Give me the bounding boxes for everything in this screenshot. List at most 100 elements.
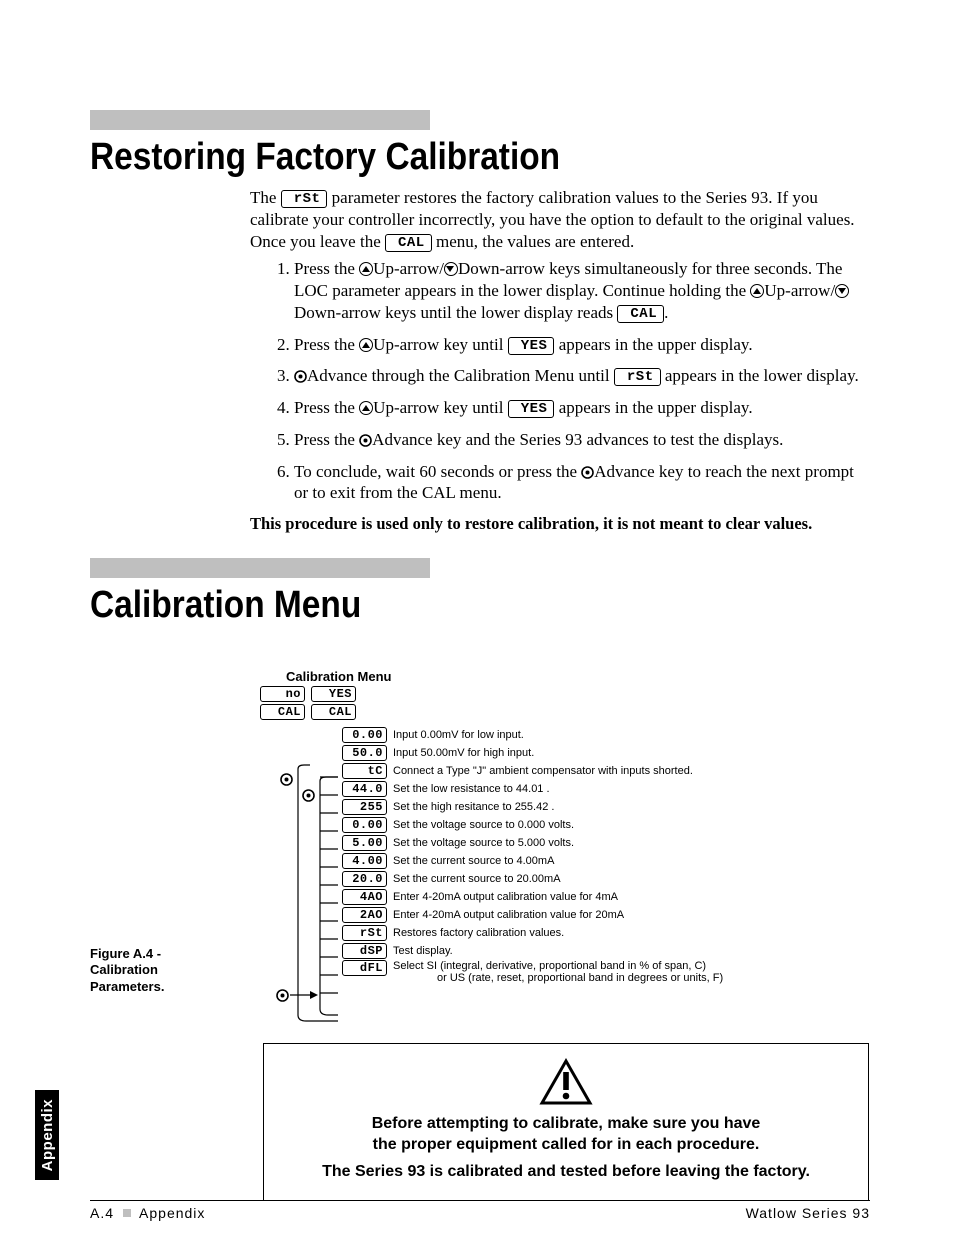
lcd-param: 50.0 <box>342 745 387 761</box>
heading-restoring: Restoring Factory Calibration <box>90 136 776 179</box>
text: appears in the lower display. <box>661 366 859 385</box>
lcd-param: dFL <box>342 960 387 976</box>
figure-label: Figure A.4 - Calibration Parameters. <box>90 946 200 995</box>
cal-row: 0.00 Input 0.00mV for low input. <box>342 726 860 744</box>
lcd-yes: YES <box>508 337 555 355</box>
cal-row: dFL Select SI (integral, derivative, pro… <box>342 960 860 984</box>
up-arrow-icon <box>359 262 373 276</box>
step-3: Advance through the Calibration Menu unt… <box>294 365 860 387</box>
up-arrow-icon <box>750 284 764 298</box>
cal-desc: Set the voltage source to 5.000 volts. <box>393 837 574 849</box>
text: Press the <box>294 335 359 354</box>
cal-row: 2AO Enter 4-20mA output calibration value… <box>342 906 860 924</box>
text: Advance key and the Series 93 advances t… <box>372 430 783 449</box>
lcd-param: tC <box>342 763 387 779</box>
cal-row: 50.0 Input 50.00mV for high input. <box>342 744 860 762</box>
footer-section: Appendix <box>139 1205 205 1221</box>
step-6: To conclude, wait 60 seconds or press th… <box>294 461 860 505</box>
lcd-param: 0.00 <box>342 817 387 833</box>
cal-desc: Input 50.00mV for high input. <box>393 747 534 759</box>
advance-icon <box>294 370 307 383</box>
cal-desc: Enter 4-20mA output calibration value fo… <box>393 891 618 903</box>
cal-desc: Select SI (integral, derivative, proport… <box>393 960 723 984</box>
lcd-param: 4AO <box>342 889 387 905</box>
page-footer: A.4 Appendix Watlow Series 93 <box>90 1200 870 1221</box>
bold-note: This procedure is used only to restore c… <box>250 514 870 534</box>
lcd-param: 5.00 <box>342 835 387 851</box>
text: The <box>250 188 281 207</box>
lcd-param: 2AO <box>342 907 387 923</box>
down-arrow-icon <box>444 262 458 276</box>
cal-row: 5.00 Set the voltage source to 5.000 volt… <box>342 834 860 852</box>
text: To conclude, wait 60 seconds or press th… <box>294 462 581 481</box>
text: . <box>664 303 668 322</box>
lcd-param: 0.00 <box>342 727 387 743</box>
warn-line-1: Before attempting to calibrate, make sur… <box>286 1114 846 1135</box>
advance-icon <box>581 466 594 479</box>
cal-desc: Enter 4-20mA output calibration value fo… <box>393 909 624 921</box>
text: Down-arrow keys until the lower display … <box>294 303 617 322</box>
cal-desc: Set the high resitance to 255.42 . <box>393 801 554 813</box>
text: Press the <box>294 398 359 417</box>
lcd-param: dSP <box>342 943 387 959</box>
steps-list: Press the Up-arrow/Down-arrow keys simul… <box>250 258 860 504</box>
cal-row: tC Connect a Type "J" ambient compensator… <box>342 762 860 780</box>
down-arrow-icon <box>835 284 849 298</box>
text: Select SI (integral, derivative, proport… <box>393 960 706 972</box>
appendix-tab: Appendix <box>35 1090 59 1180</box>
text: menu, the values are entered. <box>436 232 634 251</box>
section-bar <box>90 558 430 578</box>
appendix-tab-label: Appendix <box>39 1099 56 1171</box>
heading-cal-menu: Calibration Menu <box>90 584 776 627</box>
step-1: Press the Up-arrow/Down-arrow keys simul… <box>294 258 860 323</box>
warning-icon <box>539 1058 593 1106</box>
intro-block: The rSt parameter restores the factory c… <box>250 187 860 504</box>
page-content: Restoring Factory Calibration The rSt pa… <box>90 110 870 984</box>
text: appears in the upper display. <box>554 398 752 417</box>
warn-line-3: The Series 93 is calibrated and tested b… <box>286 1162 846 1183</box>
text: Press the <box>294 259 359 278</box>
cal-row: 44.0Set the low resistance to 44.01 . <box>342 780 860 798</box>
cal-desc: Set the current source to 4.00mA <box>393 855 554 867</box>
cal-top-row-2: CAL CAL <box>260 704 860 720</box>
up-arrow-icon <box>359 338 373 352</box>
advance-icon <box>359 434 372 447</box>
lcd-no: no <box>260 686 305 702</box>
cal-row: 20.0Set the current source to 20.00mA <box>342 870 860 888</box>
page-number: A.4 <box>90 1205 114 1221</box>
text: Up-arrow key until <box>373 335 508 354</box>
cal-desc: Set the voltage source to 0.000 volts. <box>393 819 574 831</box>
lcd-param: rSt <box>342 925 387 941</box>
cal-desc: Connect a Type "J" ambient compensator w… <box>393 765 693 777</box>
lcd-param: 4.00 <box>342 853 387 869</box>
cal-row: 4AO Enter 4-20mA output calibration value… <box>342 888 860 906</box>
lcd-cal: CAL <box>617 305 664 323</box>
cal-desc: Test display. <box>393 945 453 957</box>
footer-left: A.4 Appendix <box>90 1205 205 1221</box>
cal-desc: Set the current source to 20.00mA <box>393 873 561 885</box>
cal-desc: Restores factory calibration values. <box>393 927 564 939</box>
lcd-cal: CAL <box>385 234 432 252</box>
text: appears in the upper display. <box>554 335 752 354</box>
text: Advance through the Calibration Menu unt… <box>307 366 614 385</box>
step-2: Press the Up-arrow key until YES appears… <box>294 334 860 356</box>
intro-para: The rSt parameter restores the factory c… <box>250 187 860 252</box>
warn-line-2: the proper equipment called for in each … <box>286 1135 846 1156</box>
cal-row: 4.00 Set the current source to 4.00mA <box>342 852 860 870</box>
lcd-rst: rSt <box>614 368 661 386</box>
footer-square-icon <box>123 1209 131 1217</box>
section-bar <box>90 110 430 130</box>
cal-row: 255Set the high resitance to 255.42 . <box>342 798 860 816</box>
cal-row: 0.00 Set the voltage source to 0.000 volt… <box>342 816 860 834</box>
lcd-rst: rSt <box>281 190 328 208</box>
lcd-yes: YES <box>311 686 356 702</box>
text: Up-arrow key until <box>373 398 508 417</box>
up-arrow-icon <box>359 401 373 415</box>
warning-box: Before attempting to calibrate, make sur… <box>263 1043 869 1201</box>
cal-top-row: no YES <box>260 686 860 702</box>
cal-row: dSP Test display. <box>342 942 860 960</box>
text: Up-arrow/ <box>764 281 835 300</box>
cal-row: rSt Restores factory calibration values. <box>342 924 860 942</box>
cal-desc: Input 0.00mV for low input. <box>393 729 524 741</box>
text: Up-arrow/ <box>373 259 444 278</box>
